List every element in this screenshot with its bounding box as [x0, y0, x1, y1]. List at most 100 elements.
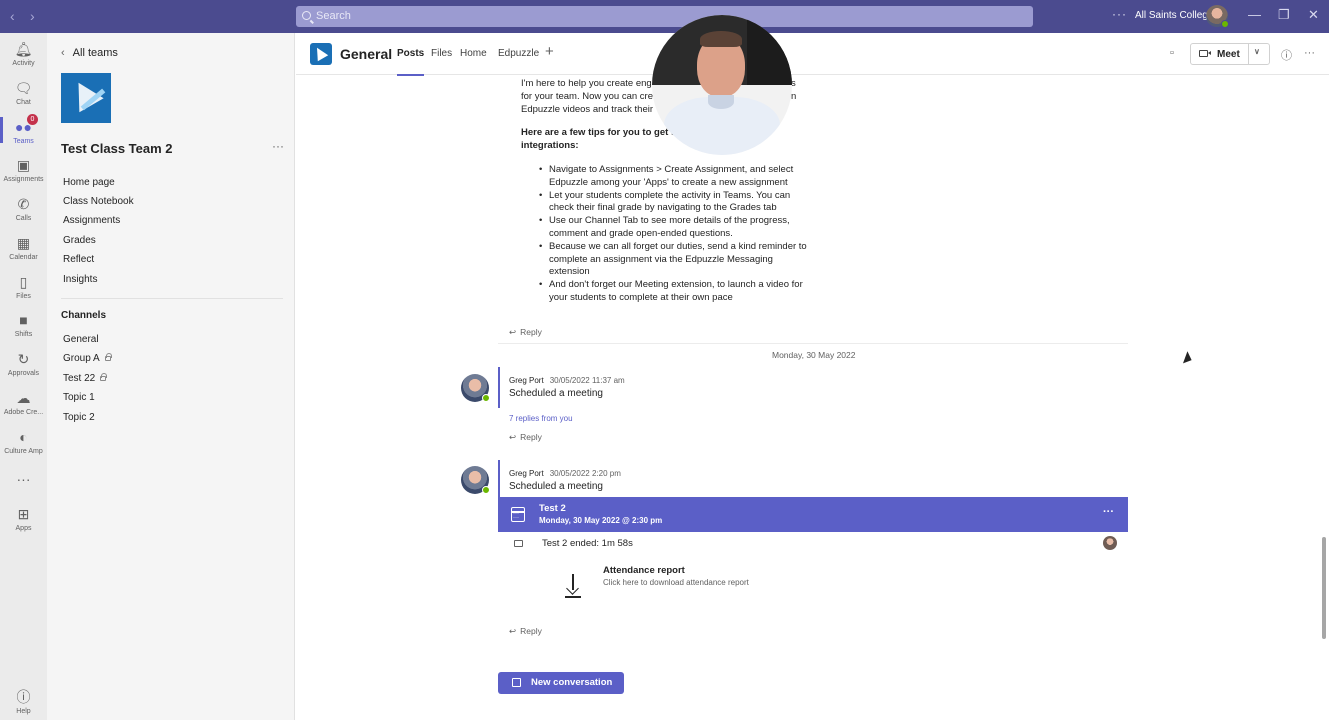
rail-shifts[interactable]: ■ Shifts [0, 312, 47, 338]
list-item: And don't forget our Meeting extension, … [539, 279, 809, 305]
search-placeholder: Search [316, 10, 351, 22]
presence-available-icon [482, 486, 490, 494]
rail-files[interactable]: ▯ Files [0, 274, 47, 300]
menu-grades[interactable]: Grades [63, 235, 96, 246]
meeting-ended-row: Test 2 ended: 1m 58s [498, 533, 1128, 555]
reply-button[interactable]: ↩ Reply [509, 626, 542, 637]
info-icon[interactable]: ⓘ [1281, 47, 1292, 63]
meeting-card[interactable]: Test 2 Monday, 30 May 2022 @ 2:30 pm ··· [498, 497, 1128, 532]
rail-activity[interactable]: 🔔︎ Activity [0, 41, 47, 67]
scrollbar[interactable] [1322, 537, 1326, 639]
rail-more-apps[interactable]: ··· [0, 471, 47, 487]
lock-icon [104, 353, 112, 361]
settings-more-icon[interactable]: ··· [1112, 7, 1127, 21]
rail-approvals[interactable]: ↻ Approvals [0, 351, 47, 377]
team-name: Test Class Team 2 [61, 141, 173, 156]
reply-arrow-icon: ↩ [509, 327, 517, 337]
channels-heading: Channels [61, 310, 107, 321]
rail-assignments[interactable]: ▣ Assignments [0, 157, 47, 183]
approvals-icon: ↻ [17, 351, 30, 367]
replies-link[interactable]: 7 replies from you [509, 414, 573, 423]
meeting-title: Test 2 [539, 503, 566, 514]
rail-help[interactable]: ⓘ Help [0, 689, 47, 715]
menu-reflect[interactable]: Reflect [63, 254, 94, 265]
channel-header: General Posts Files Home Edpuzzle + ▫ Me… [296, 33, 1329, 76]
all-teams-link[interactable]: ‹ All teams [61, 47, 118, 59]
tips-list: Navigate to Assignments > Create Assignm… [539, 164, 809, 305]
restore-icon[interactable]: ❐ [1278, 7, 1290, 23]
conversation-feed [296, 76, 1329, 720]
search-icon [302, 11, 311, 20]
attendance-report-title[interactable]: Attendance report [603, 565, 685, 576]
message-accent-bar [498, 460, 500, 497]
menu-insights[interactable]: Insights [63, 274, 97, 285]
shifts-icon: ■ [19, 312, 28, 328]
channel-topic-1[interactable]: Topic 1 [63, 392, 95, 403]
tab-files[interactable]: Files [431, 48, 452, 59]
channel-general[interactable]: General [63, 334, 99, 345]
presence-available-icon [1221, 20, 1229, 28]
team-logo-small [310, 43, 332, 65]
more-options-icon[interactable]: ··· [1304, 47, 1315, 59]
meeting-more-options-icon[interactable]: ··· [1103, 506, 1114, 518]
attendance-report-subtitle[interactable]: Click here to download attendance report [603, 578, 749, 587]
new-conversation-button[interactable]: New conversation [498, 672, 624, 694]
apps-icon: ⊞ [17, 506, 30, 522]
compose-icon [512, 678, 521, 687]
back-arrow-icon[interactable]: ‹ [10, 8, 15, 24]
reply-arrow-icon: ↩ [509, 432, 517, 442]
tab-posts[interactable]: Posts [397, 48, 425, 76]
chevron-down-icon[interactable]: ∨ [1254, 47, 1260, 56]
meeting-datetime: Monday, 30 May 2022 @ 2:30 pm [539, 516, 663, 525]
avatar[interactable] [1103, 536, 1117, 550]
channel-group-a[interactable]: Group A [63, 353, 112, 364]
video-camera-icon [514, 540, 523, 547]
minimize-icon[interactable]: — [1248, 7, 1261, 22]
message-text: Scheduled a meeting [509, 388, 603, 399]
menu-assignments[interactable]: Assignments [63, 215, 120, 226]
meet-button[interactable]: Meet ∨ [1190, 43, 1270, 65]
message-timestamp: 30/05/2022 2:20 pm [549, 469, 621, 478]
tab-edpuzzle[interactable]: Edpuzzle [498, 48, 539, 59]
team-more-options-icon[interactable]: ··· [272, 139, 284, 153]
presence-available-icon [482, 394, 490, 402]
lock-icon [100, 373, 108, 381]
meeting-ended-text: Test 2 ended: 1m 58s [542, 538, 633, 549]
organization-name[interactable]: All Saints College [1135, 10, 1213, 21]
rail-culture-amp[interactable]: ◐ Culture Amp [0, 429, 47, 455]
list-item: Let your students complete the activity … [539, 190, 809, 216]
channel-settings-icon[interactable]: ▫ [1170, 47, 1174, 59]
avatar[interactable] [461, 374, 490, 402]
message-author: Greg Port 30/05/2022 11:37 am [509, 376, 625, 385]
divider [61, 298, 283, 299]
profile-avatar[interactable] [1206, 5, 1229, 28]
forward-arrow-icon[interactable]: › [30, 8, 35, 24]
rail-apps[interactable]: ⊞ Apps [0, 506, 47, 532]
assignments-icon: ▣ [16, 157, 31, 173]
rail-calls[interactable]: ✆ Calls [0, 196, 47, 222]
reply-button[interactable]: ↩ Reply [509, 327, 542, 338]
message-author: Greg Port 30/05/2022 2:20 pm [509, 469, 621, 478]
culture-amp-icon: ◐ [19, 429, 28, 445]
channel-test-22[interactable]: Test 22 [63, 373, 108, 384]
rail-teams[interactable]: ●● 0 Teams [0, 114, 47, 145]
rail-chat[interactable]: 🗨︎ Chat [0, 80, 47, 106]
tab-home[interactable]: Home [460, 48, 487, 59]
message-accent-bar [498, 367, 500, 408]
reply-arrow-icon: ↩ [509, 626, 517, 636]
bell-icon: 🔔︎ [14, 41, 33, 57]
download-icon[interactable] [565, 574, 581, 598]
adobe-creative-cloud-icon: ☁ [16, 390, 31, 406]
channel-topic-2[interactable]: Topic 2 [63, 412, 95, 423]
menu-class-notebook[interactable]: Class Notebook [63, 196, 134, 207]
chat-icon: 🗨︎ [14, 80, 33, 96]
team-panel: ‹ All teams Test Class Team 2 ··· Home pa… [47, 33, 295, 720]
avatar[interactable] [461, 466, 490, 494]
add-tab-icon[interactable]: + [545, 43, 554, 60]
rail-calendar[interactable]: ▦ Calendar [0, 235, 47, 261]
reply-button[interactable]: ↩ Reply [509, 432, 542, 443]
close-icon[interactable]: ✕ [1308, 7, 1319, 23]
calendar-icon: ▦ [16, 235, 31, 251]
menu-home-page[interactable]: Home page [63, 177, 115, 188]
rail-adobe-creative-cloud[interactable]: ☁ Adobe Cre... [0, 390, 47, 416]
